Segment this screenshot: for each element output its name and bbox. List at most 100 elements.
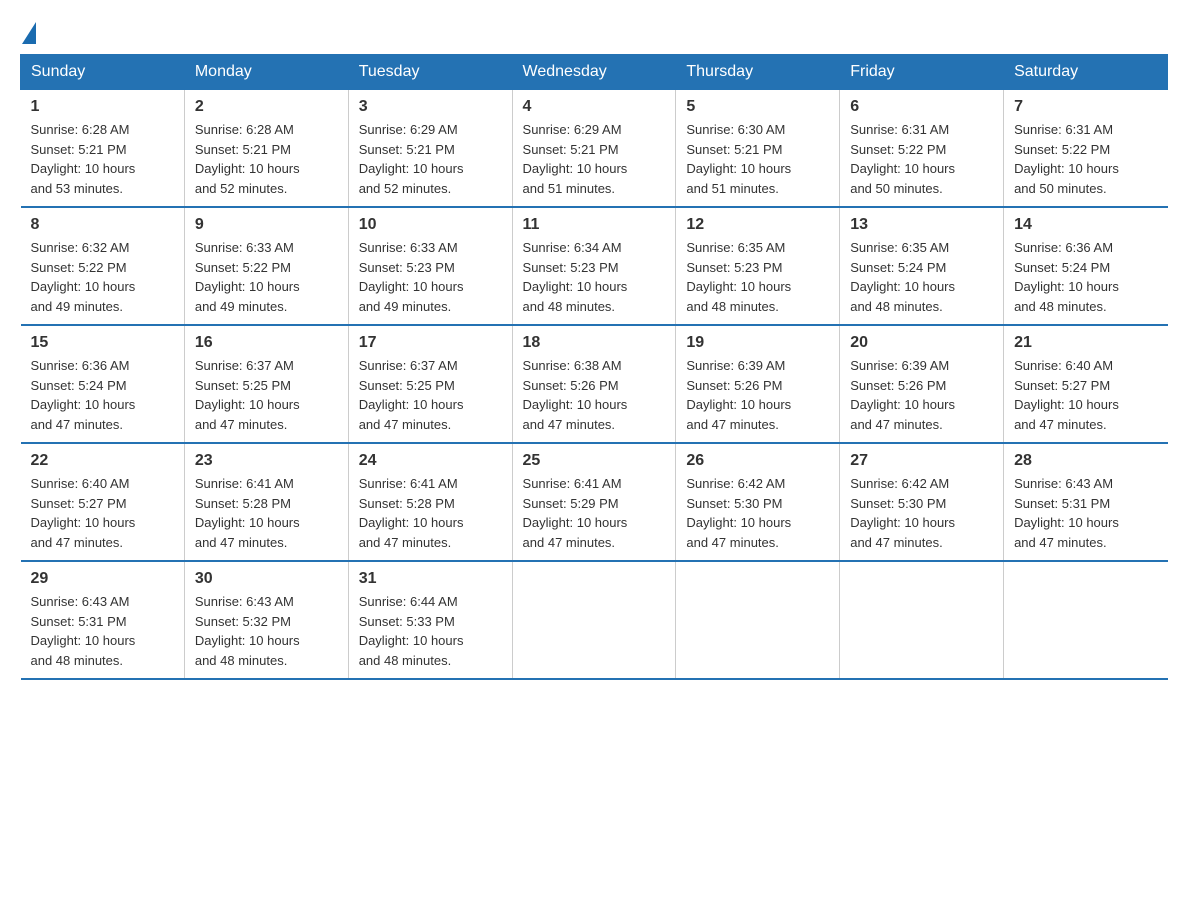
day-info: Sunrise: 6:39 AMSunset: 5:26 PMDaylight:… [686, 356, 829, 434]
day-info: Sunrise: 6:33 AMSunset: 5:23 PMDaylight:… [359, 238, 502, 316]
day-info: Sunrise: 6:34 AMSunset: 5:23 PMDaylight:… [523, 238, 666, 316]
day-info: Sunrise: 6:29 AMSunset: 5:21 PMDaylight:… [523, 120, 666, 198]
calendar-cell-w3-d5: 19Sunrise: 6:39 AMSunset: 5:26 PMDayligh… [676, 325, 840, 443]
day-number: 4 [523, 98, 666, 116]
day-number: 12 [686, 216, 829, 234]
day-info: Sunrise: 6:28 AMSunset: 5:21 PMDaylight:… [195, 120, 338, 198]
logo [20, 20, 36, 44]
calendar-cell-w4-d2: 23 Sunrise: 6:41 AMSunset: 5:28 PMDayligh… [184, 443, 348, 561]
day-number: 26 [686, 452, 829, 470]
week-row-5: 29 Sunrise: 6:43 AMSunset: 5:31 PMDayligh… [21, 561, 1168, 679]
week-row-2: 8Sunrise: 6:32 AMSunset: 5:22 PMDaylight… [21, 207, 1168, 325]
day-number: 16 [195, 334, 338, 352]
week-row-1: 1 Sunrise: 6:28 AMSunset: 5:21 PMDaylight… [21, 90, 1168, 208]
day-info: Sunrise: 6:41 AMSunset: 5:28 PMDaylight:… [195, 474, 338, 552]
calendar-cell-w1-d7: 7Sunrise: 6:31 AMSunset: 5:22 PMDaylight… [1004, 90, 1168, 208]
day-number: 18 [523, 334, 666, 352]
calendar-cell-w3-d3: 17Sunrise: 6:37 AMSunset: 5:25 PMDayligh… [348, 325, 512, 443]
calendar-cell-w1-d5: 5Sunrise: 6:30 AMSunset: 5:21 PMDaylight… [676, 90, 840, 208]
calendar-cell-w5-d6 [840, 561, 1004, 679]
day-info: Sunrise: 6:39 AMSunset: 5:26 PMDaylight:… [850, 356, 993, 434]
calendar-cell-w2-d2: 9 Sunrise: 6:33 AMSunset: 5:22 PMDaylight… [184, 207, 348, 325]
day-info: Sunrise: 6:28 AMSunset: 5:21 PMDaylight:… [31, 120, 174, 198]
day-number: 20 [850, 334, 993, 352]
day-number: 29 [31, 570, 174, 588]
calendar-cell-w3-d1: 15 Sunrise: 6:36 AMSunset: 5:24 PMDayligh… [21, 325, 185, 443]
day-info: Sunrise: 6:36 AMSunset: 5:24 PMDaylight:… [31, 356, 174, 434]
day-info: Sunrise: 6:33 AMSunset: 5:22 PMDaylight:… [195, 238, 338, 316]
day-number: 14 [1014, 216, 1157, 234]
calendar-table: SundayMondayTuesdayWednesdayThursdayFrid… [20, 54, 1168, 680]
day-number: 21 [1014, 334, 1157, 352]
calendar-cell-w4-d6: 27 Sunrise: 6:42 AMSunset: 5:30 PMDayligh… [840, 443, 1004, 561]
header-sunday: Sunday [21, 55, 185, 90]
calendar-cell-w5-d1: 29 Sunrise: 6:43 AMSunset: 5:31 PMDayligh… [21, 561, 185, 679]
day-number: 3 [359, 98, 502, 116]
header-friday: Friday [840, 55, 1004, 90]
calendar-cell-w2-d5: 12 Sunrise: 6:35 AMSunset: 5:23 PMDayligh… [676, 207, 840, 325]
header-wednesday: Wednesday [512, 55, 676, 90]
calendar-cell-w5-d2: 30Sunrise: 6:43 AMSunset: 5:32 PMDayligh… [184, 561, 348, 679]
calendar-cell-w3-d4: 18 Sunrise: 6:38 AMSunset: 5:26 PMDayligh… [512, 325, 676, 443]
calendar-cell-w5-d3: 31 Sunrise: 6:44 AMSunset: 5:33 PMDayligh… [348, 561, 512, 679]
calendar-cell-w4-d1: 22 Sunrise: 6:40 AMSunset: 5:27 PMDayligh… [21, 443, 185, 561]
day-info: Sunrise: 6:29 AMSunset: 5:21 PMDaylight:… [359, 120, 502, 198]
day-info: Sunrise: 6:41 AMSunset: 5:28 PMDaylight:… [359, 474, 502, 552]
calendar-cell-w2-d6: 13 Sunrise: 6:35 AMSunset: 5:24 PMDayligh… [840, 207, 1004, 325]
day-number: 13 [850, 216, 993, 234]
header-monday: Monday [184, 55, 348, 90]
day-info: Sunrise: 6:44 AMSunset: 5:33 PMDaylight:… [359, 592, 502, 670]
calendar-cell-w2-d7: 14Sunrise: 6:36 AMSunset: 5:24 PMDayligh… [1004, 207, 1168, 325]
calendar-cell-w2-d3: 10 Sunrise: 6:33 AMSunset: 5:23 PMDayligh… [348, 207, 512, 325]
calendar-cell-w1-d4: 4 Sunrise: 6:29 AMSunset: 5:21 PMDaylight… [512, 90, 676, 208]
calendar-cell-w4-d5: 26 Sunrise: 6:42 AMSunset: 5:30 PMDayligh… [676, 443, 840, 561]
day-number: 15 [31, 334, 174, 352]
header-saturday: Saturday [1004, 55, 1168, 90]
day-info: Sunrise: 6:40 AMSunset: 5:27 PMDaylight:… [31, 474, 174, 552]
header-thursday: Thursday [676, 55, 840, 90]
calendar-cell-w1-d6: 6 Sunrise: 6:31 AMSunset: 5:22 PMDaylight… [840, 90, 1004, 208]
calendar-cell-w4-d7: 28Sunrise: 6:43 AMSunset: 5:31 PMDayligh… [1004, 443, 1168, 561]
day-number: 31 [359, 570, 502, 588]
calendar-cell-w5-d4 [512, 561, 676, 679]
day-info: Sunrise: 6:43 AMSunset: 5:31 PMDaylight:… [1014, 474, 1157, 552]
calendar-cell-w3-d7: 21 Sunrise: 6:40 AMSunset: 5:27 PMDayligh… [1004, 325, 1168, 443]
day-number: 9 [195, 216, 338, 234]
day-info: Sunrise: 6:42 AMSunset: 5:30 PMDaylight:… [686, 474, 829, 552]
day-number: 27 [850, 452, 993, 470]
day-number: 23 [195, 452, 338, 470]
day-info: Sunrise: 6:41 AMSunset: 5:29 PMDaylight:… [523, 474, 666, 552]
day-info: Sunrise: 6:38 AMSunset: 5:26 PMDaylight:… [523, 356, 666, 434]
day-number: 10 [359, 216, 502, 234]
day-number: 24 [359, 452, 502, 470]
header-tuesday: Tuesday [348, 55, 512, 90]
day-number: 17 [359, 334, 502, 352]
day-number: 5 [686, 98, 829, 116]
day-info: Sunrise: 6:43 AMSunset: 5:32 PMDaylight:… [195, 592, 338, 670]
day-number: 1 [31, 98, 174, 116]
calendar-cell-w3-d6: 20 Sunrise: 6:39 AMSunset: 5:26 PMDayligh… [840, 325, 1004, 443]
day-number: 11 [523, 216, 666, 234]
logo-triangle-icon [22, 22, 36, 44]
calendar-cell-w1-d2: 2Sunrise: 6:28 AMSunset: 5:21 PMDaylight… [184, 90, 348, 208]
day-info: Sunrise: 6:43 AMSunset: 5:31 PMDaylight:… [31, 592, 174, 670]
day-info: Sunrise: 6:32 AMSunset: 5:22 PMDaylight:… [31, 238, 174, 316]
day-number: 22 [31, 452, 174, 470]
day-number: 7 [1014, 98, 1157, 116]
calendar-cell-w2-d1: 8Sunrise: 6:32 AMSunset: 5:22 PMDaylight… [21, 207, 185, 325]
week-row-3: 15 Sunrise: 6:36 AMSunset: 5:24 PMDayligh… [21, 325, 1168, 443]
week-row-4: 22 Sunrise: 6:40 AMSunset: 5:27 PMDayligh… [21, 443, 1168, 561]
calendar-cell-w2-d4: 11 Sunrise: 6:34 AMSunset: 5:23 PMDayligh… [512, 207, 676, 325]
calendar-cell-w1-d3: 3 Sunrise: 6:29 AMSunset: 5:21 PMDaylight… [348, 90, 512, 208]
day-info: Sunrise: 6:42 AMSunset: 5:30 PMDaylight:… [850, 474, 993, 552]
day-info: Sunrise: 6:35 AMSunset: 5:23 PMDaylight:… [686, 238, 829, 316]
day-number: 6 [850, 98, 993, 116]
day-number: 25 [523, 452, 666, 470]
calendar-cell-w5-d5 [676, 561, 840, 679]
day-info: Sunrise: 6:40 AMSunset: 5:27 PMDaylight:… [1014, 356, 1157, 434]
calendar-cell-w4-d3: 24 Sunrise: 6:41 AMSunset: 5:28 PMDayligh… [348, 443, 512, 561]
day-info: Sunrise: 6:35 AMSunset: 5:24 PMDaylight:… [850, 238, 993, 316]
calendar-header-row: SundayMondayTuesdayWednesdayThursdayFrid… [21, 55, 1168, 90]
day-info: Sunrise: 6:31 AMSunset: 5:22 PMDaylight:… [850, 120, 993, 198]
day-info: Sunrise: 6:37 AMSunset: 5:25 PMDaylight:… [195, 356, 338, 434]
